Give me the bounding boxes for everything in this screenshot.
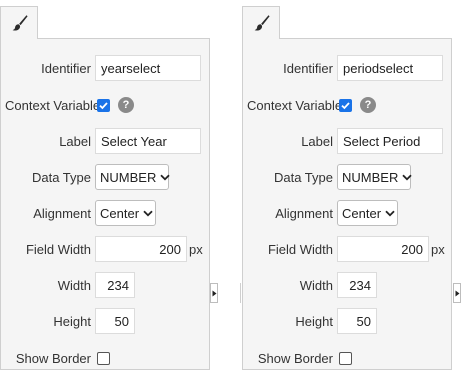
collapse-handle-left[interactable] — [210, 283, 218, 303]
alignment-value: Center — [100, 205, 140, 221]
tab-style[interactable] — [0, 6, 38, 39]
height-label: Height — [53, 313, 91, 329]
context-variable-label: Context Variable — [5, 97, 101, 113]
context-variable-checkbox[interactable] — [97, 98, 110, 112]
identifier-label: Identifier — [283, 60, 333, 76]
field-width-label: Field Width — [25, 241, 91, 257]
label-row: Label Select Year — [1, 127, 211, 155]
show-border-checkbox[interactable] — [97, 351, 110, 365]
width-input[interactable]: 234 — [95, 272, 135, 298]
label-input[interactable]: Select Year — [95, 128, 201, 154]
data-type-row: Data Type NUMBER — [243, 163, 453, 191]
chevron-down-icon — [143, 210, 153, 217]
panel-body: Identifier yearselect Context Variable ?… — [0, 38, 210, 370]
checkmark-icon — [341, 101, 350, 109]
collapse-handle-right[interactable] — [453, 283, 461, 303]
triangle-right-icon — [212, 290, 216, 296]
alignment-select[interactable]: Center — [337, 200, 398, 226]
context-variable-label: Context Variable — [247, 97, 343, 113]
label-label: Label — [59, 133, 91, 149]
show-border-label: Show Border — [15, 350, 91, 366]
context-variable-row: Context Variable ? — [243, 91, 453, 119]
field-width-unit: px — [189, 241, 203, 257]
width-label: Width — [57, 277, 91, 293]
field-width-row: Field Width 200 px — [243, 235, 453, 263]
data-type-value: NUMBER — [342, 169, 399, 185]
width-row: Width 234 — [1, 271, 211, 299]
height-input[interactable]: 50 — [95, 308, 135, 334]
field-width-unit: px — [431, 241, 445, 257]
alignment-value: Center — [342, 205, 382, 221]
chevron-down-icon — [385, 210, 395, 217]
alignment-label: Alignment — [275, 205, 333, 221]
field-width-row: Field Width 200 px — [1, 235, 211, 263]
identifier-row: Identifier periodselect — [243, 54, 453, 82]
help-icon[interactable]: ? — [360, 97, 376, 113]
identifier-row: Identifier yearselect — [1, 54, 211, 82]
identifier-input[interactable]: yearselect — [95, 55, 201, 81]
panel-body: Identifier periodselect Context Variable… — [242, 38, 452, 370]
data-type-label: Data Type — [273, 169, 333, 185]
properties-panel-year: Identifier yearselect Context Variable ?… — [0, 6, 210, 370]
height-input[interactable]: 50 — [337, 308, 377, 334]
data-type-value: NUMBER — [100, 169, 157, 185]
field-width-input[interactable]: 200 — [337, 236, 429, 262]
width-label: Width — [299, 277, 333, 293]
data-type-select[interactable]: NUMBER — [95, 164, 170, 190]
properties-panel-period: Identifier periodselect Context Variable… — [242, 6, 452, 370]
show-border-row: Show Border — [1, 344, 211, 372]
identifier-label: Identifier — [41, 60, 91, 76]
chevron-down-icon — [160, 174, 170, 181]
show-border-row: Show Border — [243, 344, 453, 372]
height-label: Height — [295, 313, 333, 329]
tab-style[interactable] — [242, 6, 280, 39]
show-border-checkbox[interactable] — [339, 351, 352, 365]
width-row: Width 234 — [243, 271, 453, 299]
paintbrush-icon — [251, 13, 271, 33]
chevron-down-icon — [402, 174, 412, 181]
width-input[interactable]: 234 — [337, 272, 377, 298]
identifier-input[interactable]: periodselect — [337, 55, 443, 81]
label-input[interactable]: Select Period — [337, 128, 443, 154]
height-row: Height 50 — [243, 307, 453, 335]
alignment-row: Alignment Center — [1, 199, 211, 227]
panel-divider — [240, 283, 241, 303]
data-type-row: Data Type NUMBER — [1, 163, 211, 191]
triangle-right-icon — [455, 290, 459, 296]
label-row: Label Select Period — [243, 127, 453, 155]
label-label: Label — [301, 133, 333, 149]
show-border-label: Show Border — [257, 350, 333, 366]
alignment-label: Alignment — [33, 205, 91, 221]
properties-editor: Identifier yearselect Context Variable ?… — [0, 0, 469, 380]
field-width-label: Field Width — [267, 241, 333, 257]
context-variable-checkbox[interactable] — [339, 98, 352, 112]
data-type-label: Data Type — [31, 169, 91, 185]
context-variable-row: Context Variable ? — [1, 91, 211, 119]
paintbrush-icon — [9, 13, 29, 33]
alignment-row: Alignment Center — [243, 199, 453, 227]
height-row: Height 50 — [1, 307, 211, 335]
alignment-select[interactable]: Center — [95, 200, 156, 226]
help-icon[interactable]: ? — [118, 97, 134, 113]
field-width-input[interactable]: 200 — [95, 236, 187, 262]
checkmark-icon — [99, 101, 108, 109]
data-type-select[interactable]: NUMBER — [337, 164, 412, 190]
